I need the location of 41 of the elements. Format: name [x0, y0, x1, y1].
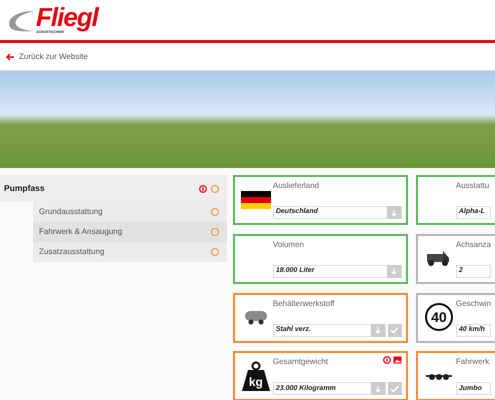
option-label: Gesamtgewicht	[272, 356, 328, 368]
logo-text[interactable]: Fliegl	[36, 4, 98, 30]
sidebar-subitem[interactable]: Grundausstattung	[33, 202, 227, 222]
arrow-down-icon	[374, 326, 382, 334]
option-label: Auslieferland	[272, 180, 320, 192]
flag-icon	[240, 190, 271, 208]
confirm-button[interactable]	[388, 324, 402, 336]
dropdown-button[interactable]	[386, 206, 401, 219]
back-link[interactable]: Zurück zur Website	[19, 50, 88, 62]
sidebar-subitem[interactable]: Fahrwerk & Ansaugung	[33, 222, 227, 242]
checkmark-icon	[390, 384, 400, 393]
option-label: Volumen	[272, 238, 304, 251]
sidebar-subitem-label: Zusatzausstattung	[39, 246, 104, 258]
status-circle-icon	[210, 184, 219, 192]
status-circle-icon	[210, 248, 219, 256]
option-label: Ausstattu	[456, 180, 490, 192]
sidebar-subitem-label: Grundausstattung	[39, 206, 103, 218]
dropdown-button[interactable]	[370, 382, 385, 396]
back-arrow-icon[interactable]	[6, 52, 15, 60]
weight-label: kg	[248, 376, 263, 388]
image-icon[interactable]	[392, 356, 402, 364]
option-label: Geschwin	[456, 298, 491, 310]
confirm-button[interactable]	[388, 382, 402, 396]
sidebar-subitem-label: Fahrwerk & Ansaugung	[39, 226, 122, 238]
status-circle-icon	[210, 228, 219, 236]
tank-icon	[242, 309, 269, 325]
speed-limit-sign: 40	[424, 303, 453, 331]
sidebar-subitem[interactable]: Zusatzausstattung	[33, 242, 227, 262]
arrow-down-icon	[390, 208, 398, 216]
arrow-down-icon	[390, 267, 398, 276]
dropdown-button[interactable]	[370, 324, 385, 336]
weight-icon	[240, 360, 271, 391]
sidebar-item-label: Pumpfass	[4, 182, 45, 195]
checkmark-icon	[390, 326, 400, 334]
status-circle-icon	[210, 208, 219, 216]
sidebar-item[interactable]: Pumpfass	[0, 175, 227, 202]
option-label: Achsanza	[456, 238, 491, 251]
option-label: Behälterwerkstoff	[272, 298, 335, 310]
dropdown-button[interactable]	[386, 264, 401, 278]
arrow-down-icon	[374, 384, 382, 393]
option-label: Fahrwerk	[456, 356, 490, 368]
